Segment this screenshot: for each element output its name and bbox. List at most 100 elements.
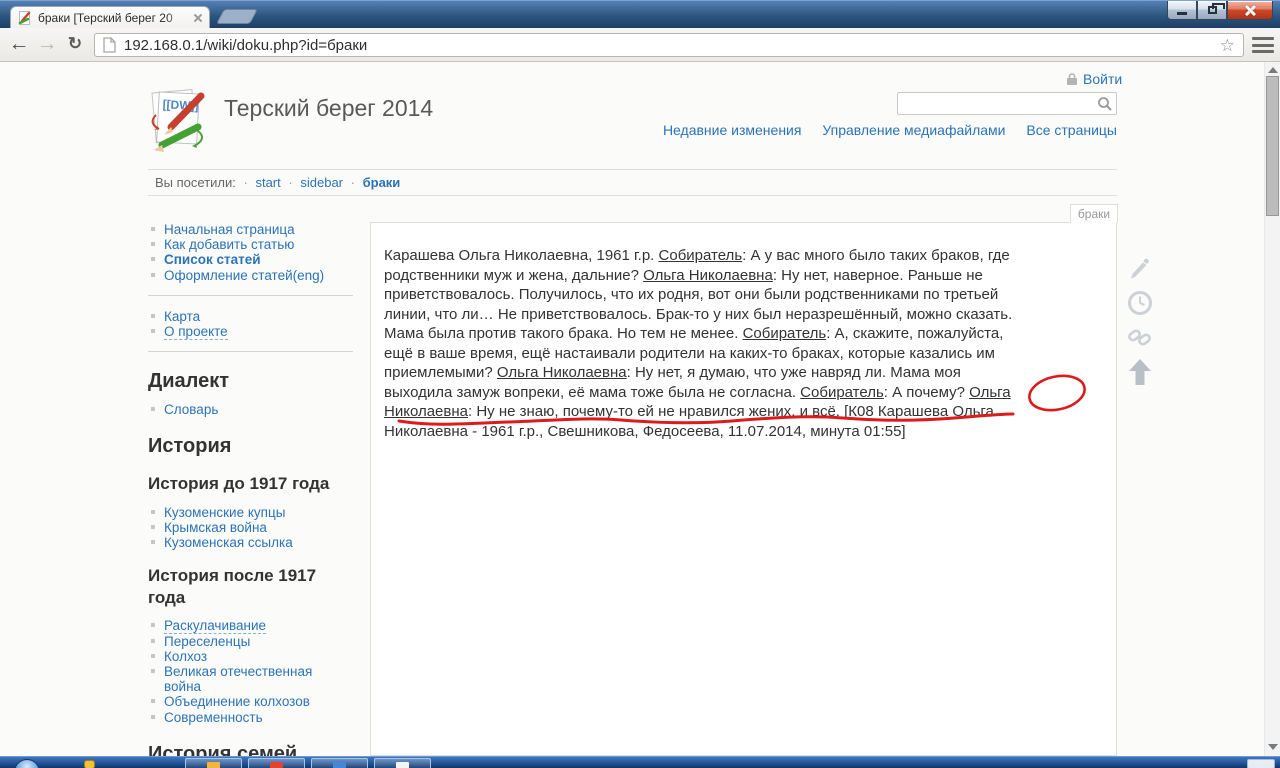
sidebar-list-item: Переселенцы	[148, 634, 353, 649]
sidebar-list: КартаО проекте	[148, 309, 353, 339]
breadcrumb-current[interactable]: браки	[363, 175, 401, 190]
site-title: Терский берег 2014	[224, 95, 433, 122]
browser-toolbar: ← → ↻ 192.168.0.1/wiki/doku.php?id=браки…	[0, 28, 1280, 62]
sidebar-list: Кузоменские купцыКрымская войнаКузоменск…	[148, 505, 353, 551]
url-text[interactable]: 192.168.0.1/wiki/doku.php?id=браки	[124, 37, 1212, 54]
sidebar-link[interactable]: Современность	[164, 710, 263, 725]
sidebar-list: Начальная страницаКак добавить статьюСпи…	[148, 222, 353, 283]
forward-button[interactable]: →	[34, 31, 60, 57]
sidebar-list-item: Великая отечественная война	[148, 664, 353, 694]
browser-tab[interactable]: браки [Терский берег 20	[10, 6, 210, 29]
sidebar-list-item: Кузоменская ссылка	[148, 535, 353, 550]
search-icon[interactable]	[1097, 96, 1113, 112]
sidebar-link[interactable]: Карта	[164, 309, 200, 324]
search-input[interactable]	[902, 94, 1092, 113]
sidebar-list: РаскулачиваниеПереселенцыКолхозВеликая о…	[148, 618, 353, 724]
taskbar-app-4[interactable]	[374, 758, 431, 768]
tab-title: браки [Терский берег 20	[38, 11, 188, 25]
sidebar-link[interactable]: О проекте	[164, 324, 228, 340]
new-tab-button[interactable]	[216, 9, 258, 24]
sidebar-list-item: Как добавить статью	[148, 237, 353, 252]
speaker-name: Собиратель	[659, 247, 743, 264]
taskbar-app-1[interactable]	[185, 758, 242, 768]
sidebar-list-item: Словарь	[148, 402, 353, 417]
dokuwiki-logo[interactable]: [[DW]]	[146, 85, 212, 155]
sidebar-link[interactable]: Крымская война	[164, 520, 267, 535]
close-button[interactable]	[1227, 1, 1273, 20]
minimize-button[interactable]	[1167, 1, 1197, 20]
screen: браки [Терский берег 20 ← → ↻ 192.168.0.…	[0, 0, 1280, 768]
sidebar-link[interactable]: Великая отечественная война	[164, 664, 312, 694]
wiki-page: Войти [[DW]] Терский берег 2014	[0, 62, 1280, 756]
back-button[interactable]: ←	[6, 31, 32, 57]
breadcrumb-link-sidebar[interactable]: sidebar	[300, 175, 343, 190]
window-controls	[1167, 1, 1273, 20]
sidebar-list-item: Кузоменские купцы	[148, 505, 353, 520]
sitemap-link[interactable]: Все страницы	[1026, 122, 1117, 138]
sidebar-link[interactable]: Кузоменская ссылка	[164, 535, 293, 550]
lock-icon	[1066, 72, 1078, 86]
restore-icon	[1208, 6, 1217, 14]
tab-close-icon[interactable]	[193, 13, 203, 23]
sidebar-heading: История до 1917 года	[148, 473, 353, 495]
login-link[interactable]: Войти	[1083, 71, 1122, 87]
sidebar-link[interactable]: Оформление статей(eng)	[164, 268, 324, 283]
sidebar-link[interactable]: Список статей	[164, 252, 261, 267]
scroll-up-arrow[interactable]	[1268, 67, 1278, 73]
sidebar-list-item: Современность	[148, 710, 353, 725]
recent-changes-link[interactable]: Недавние изменения	[663, 122, 802, 138]
sidebar-divider	[148, 295, 353, 296]
taskbar-tray[interactable]	[1247, 759, 1275, 768]
sidebar-link[interactable]: Колхоз	[164, 649, 207, 664]
page-tab: браки	[1070, 204, 1118, 223]
sidebar-heading: Диалект	[148, 370, 353, 393]
breadcrumb: Вы посетили: · start · sidebar · браки	[148, 169, 1117, 196]
article-container: Карашева Ольга Николаевна, 1961 г.р. Соб…	[370, 222, 1117, 756]
sidebar-list-item: Объединение колхозов	[148, 694, 353, 709]
sidebar-link[interactable]: Раскулачивание	[164, 618, 266, 634]
sidebar-list-item: Оформление статей(eng)	[148, 268, 353, 283]
browser-menu-icon[interactable]	[1252, 37, 1274, 53]
sidebar-link[interactable]: Словарь	[164, 402, 218, 417]
scroll-thumb[interactable]	[1266, 76, 1279, 216]
sidebar-link[interactable]: Объединение колхозов	[164, 694, 310, 709]
sidebar-link[interactable]: Как добавить статью	[164, 237, 294, 252]
start-orb[interactable]	[14, 759, 40, 768]
revisions-clock-icon[interactable]	[1127, 290, 1153, 316]
sidebar-list-item: Карта	[148, 309, 353, 324]
bookmark-star-icon[interactable]: ☆	[1220, 37, 1235, 54]
sidebar-list-item: Раскулачивание	[148, 618, 353, 633]
article-text: Карашева Ольга Николаевна, 1961 г.р.	[384, 247, 659, 264]
sidebar-list-item: Колхоз	[148, 649, 353, 664]
media-manager-link[interactable]: Управление медиафайлами	[822, 122, 1005, 138]
sidebar-link[interactable]: Начальная страница	[164, 222, 295, 237]
sidebar-heading: История	[148, 435, 353, 458]
restore-button[interactable]	[1197, 1, 1227, 20]
sidebar-link[interactable]: Кузоменские купцы	[164, 505, 285, 520]
sidebar-list-item: Крымская война	[148, 520, 353, 535]
speaker-name: Собиратель	[743, 325, 827, 342]
quicklaunch-icon[interactable]	[84, 760, 95, 768]
reload-button[interactable]: ↻	[62, 31, 88, 57]
login-area: Войти	[1066, 71, 1122, 87]
back-to-top-icon[interactable]	[1127, 358, 1153, 386]
page-tools	[1127, 256, 1157, 386]
search-box	[897, 92, 1117, 115]
sidebar-heading: История семей	[148, 743, 353, 756]
speaker-name: Ольга Николаевна	[643, 267, 773, 284]
scroll-down-arrow[interactable]	[1268, 744, 1278, 750]
taskbar-app-3[interactable]	[311, 758, 368, 768]
taskbar	[0, 756, 1280, 768]
speaker-name: Ольга Николаевна	[497, 364, 627, 381]
taskbar-app-2[interactable]	[248, 758, 305, 768]
page-icon	[103, 37, 116, 53]
edit-pencil-icon[interactable]	[1127, 256, 1153, 282]
address-bar[interactable]: 192.168.0.1/wiki/doku.php?id=браки ☆	[94, 33, 1244, 57]
minimize-icon	[1177, 12, 1187, 15]
page-scrollbar	[1264, 62, 1280, 756]
close-icon	[1244, 4, 1256, 16]
sidebar-list: Словарь	[148, 402, 353, 417]
backlinks-icon[interactable]	[1127, 324, 1153, 350]
breadcrumb-link-start[interactable]: start	[255, 175, 280, 190]
sidebar-link[interactable]: Переселенцы	[164, 634, 250, 649]
